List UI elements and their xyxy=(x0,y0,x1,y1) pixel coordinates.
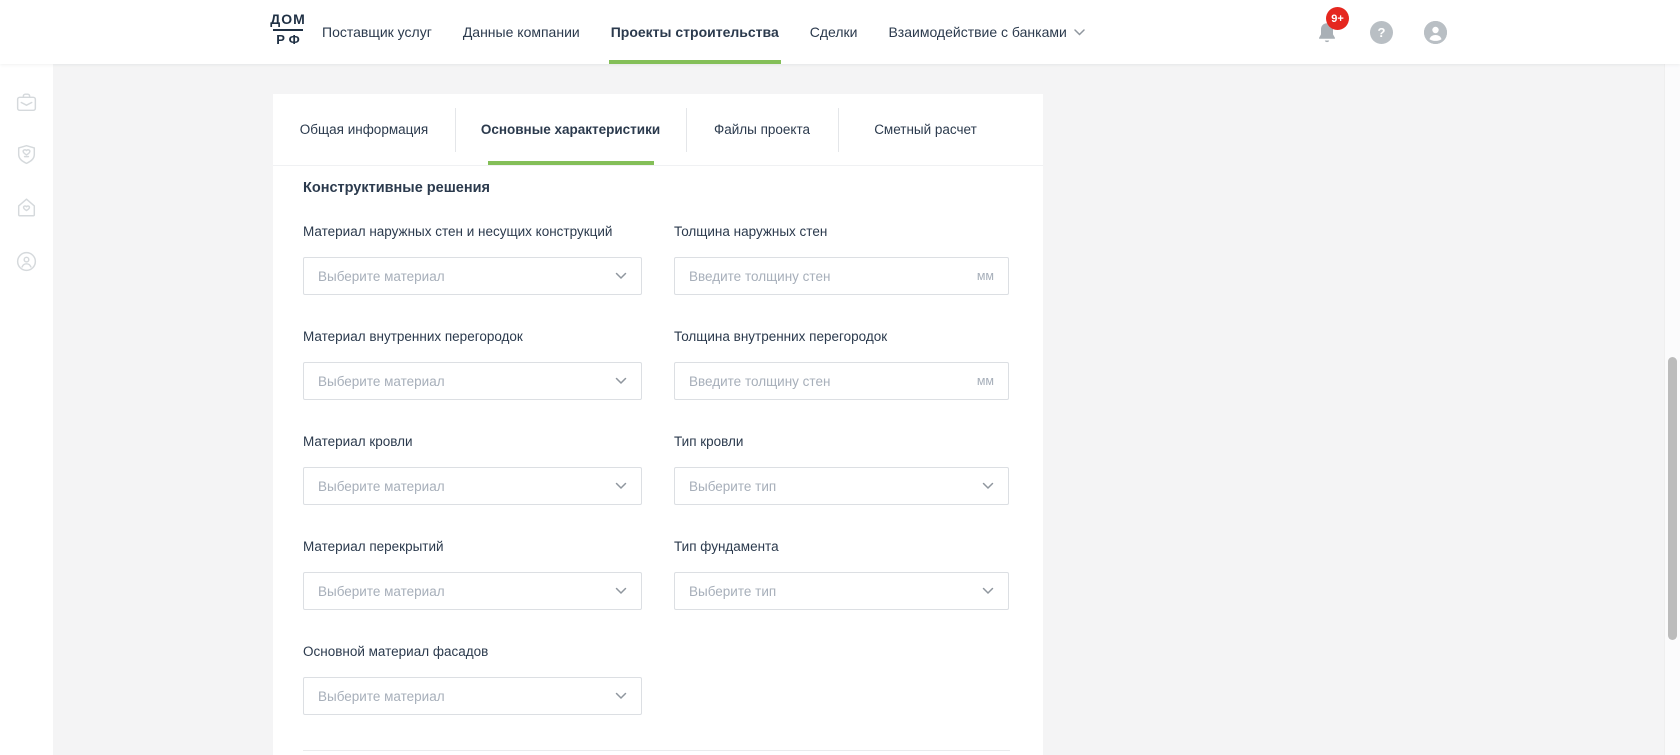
nav-item-service-provider[interactable]: Поставщик услуг xyxy=(322,0,432,64)
select-placeholder: Выберите материал xyxy=(318,374,615,389)
foundation-type-select[interactable]: Выберите тип xyxy=(674,572,1009,610)
chevron-down-icon xyxy=(615,377,627,385)
tab-label: Сметный расчет xyxy=(874,122,977,137)
roof-type-select[interactable]: Выберите тип xyxy=(674,467,1009,505)
field-group-roof-material: Материал кровли Выберите материал xyxy=(303,434,642,505)
project-characteristics-card: Общая информация Основные характеристики… xyxy=(273,94,1043,755)
project-tabs: Общая информация Основные характеристики… xyxy=(273,94,1043,166)
outer-wall-thickness-input[interactable] xyxy=(689,269,967,284)
form-row: Материал перекрытий Выберите материал Ти… xyxy=(303,539,1009,610)
partition-thickness-field: мм xyxy=(674,362,1009,400)
select-placeholder: Выберите материал xyxy=(318,479,615,494)
notification-count: 9+ xyxy=(1331,13,1344,25)
profile-icon[interactable] xyxy=(1424,21,1447,44)
field-group-partition-thickness: Толщина внутренних перегородок мм xyxy=(674,329,1009,400)
partition-material-select[interactable]: Выберите материал xyxy=(303,362,642,400)
chevron-down-icon xyxy=(982,587,994,595)
form-row: Материал кровли Выберите материал Тип кр… xyxy=(303,434,1009,505)
field-label: Основной материал фасадов xyxy=(303,644,642,660)
help-icon[interactable]: ? xyxy=(1370,21,1393,44)
chevron-down-icon xyxy=(982,482,994,490)
field-label: Тип фундамента xyxy=(674,539,1009,555)
tab-label: Основные характеристики xyxy=(481,122,660,137)
field-group-facade-material: Основной материал фасадов Выберите матер… xyxy=(303,644,642,715)
field-group-foundation-type: Тип фундамента Выберите тип xyxy=(674,539,1009,610)
tab-main-characteristics[interactable]: Основные характеристики xyxy=(455,94,686,165)
unit-suffix: мм xyxy=(977,374,994,388)
select-placeholder: Выберите материал xyxy=(318,584,615,599)
outer-wall-thickness-field: мм xyxy=(674,257,1009,295)
nav-item-deals[interactable]: Сделки xyxy=(810,0,858,64)
chevron-down-icon xyxy=(615,272,627,280)
house-heart-icon[interactable] xyxy=(14,195,39,220)
nav-item-bank-interaction[interactable]: Взаимодействие с банками xyxy=(888,0,1084,64)
briefcase-icon[interactable] xyxy=(14,90,39,115)
chevron-down-icon xyxy=(615,692,627,700)
field-label: Материал кровли xyxy=(303,434,642,450)
person-circle-icon[interactable] xyxy=(14,249,39,274)
vertical-scrollbar-track[interactable] xyxy=(1664,0,1680,755)
chevron-down-icon xyxy=(1074,29,1085,36)
logo-text-bottom: РФ xyxy=(272,33,304,46)
domrf-logo[interactable]: ДОМ РФ xyxy=(270,12,306,46)
select-placeholder: Выберите материал xyxy=(318,689,615,704)
section-title: Конструктивные решения xyxy=(303,180,490,196)
nav-label: Взаимодействие с банками xyxy=(888,24,1066,40)
field-label: Толщина внутренних перегородок xyxy=(674,329,1009,345)
tab-label: Общая информация xyxy=(300,122,428,137)
chevron-down-icon xyxy=(615,587,627,595)
field-label: Материал внутренних перегородок xyxy=(303,329,642,345)
nav-item-construction-projects[interactable]: Проекты строительства xyxy=(611,0,779,64)
roof-material-select[interactable]: Выберите материал xyxy=(303,467,642,505)
facade-material-select[interactable]: Выберите материал xyxy=(303,677,642,715)
floor-slab-material-select[interactable]: Выберите материал xyxy=(303,572,642,610)
logo-divider xyxy=(273,29,303,31)
nav-item-company-data[interactable]: Данные компании xyxy=(463,0,580,64)
tab-project-files[interactable]: Файлы проекта xyxy=(686,94,838,165)
form-row: Материал внутренних перегородок Выберите… xyxy=(303,329,1009,400)
outer-wall-material-select[interactable]: Выберите материал xyxy=(303,257,642,295)
nav-label: Поставщик услуг xyxy=(322,24,432,40)
nav-label: Сделки xyxy=(810,24,858,40)
select-placeholder: Выберите материал xyxy=(318,269,615,284)
form-row: Материал наружных стен и несущих констру… xyxy=(303,224,1009,295)
unit-suffix: мм xyxy=(977,269,994,283)
field-group-outer-wall-thickness: Толщина наружных стен мм xyxy=(674,224,1009,295)
field-group-outer-wall-material: Материал наружных стен и несущих констру… xyxy=(303,224,642,295)
field-label: Материал перекрытий xyxy=(303,539,642,555)
field-label: Толщина наружных стен xyxy=(674,224,1009,240)
chevron-down-icon xyxy=(615,482,627,490)
select-placeholder: Выберите тип xyxy=(689,584,982,599)
main-navigation: Поставщик услуг Данные компании Проекты … xyxy=(322,0,1085,64)
field-label: Тип кровли xyxy=(674,434,1009,450)
vertical-scrollbar-thumb[interactable] xyxy=(1668,357,1677,640)
field-group-partition-material: Материал внутренних перегородок Выберите… xyxy=(303,329,642,400)
partition-thickness-input[interactable] xyxy=(689,374,967,389)
nav-label: Проекты строительства xyxy=(611,24,779,40)
nav-label: Данные компании xyxy=(463,24,580,40)
tab-estimate-calculation[interactable]: Сметный расчет xyxy=(838,94,1013,165)
tab-general-info[interactable]: Общая информация xyxy=(273,94,455,165)
field-label: Материал наружных стен и несущих констру… xyxy=(303,224,642,240)
field-group-floor-slab-material: Материал перекрытий Выберите материал xyxy=(303,539,642,610)
notification-badge: 9+ xyxy=(1326,7,1349,30)
shield-emblem-icon[interactable] xyxy=(14,142,39,167)
logo-text-top: ДОМ xyxy=(270,12,306,27)
top-header: ДОМ РФ Поставщик услуг Данные компании П… xyxy=(0,0,1680,64)
select-placeholder: Выберите тип xyxy=(689,479,982,494)
left-sidebar xyxy=(0,64,53,755)
form-row: Основной материал фасадов Выберите матер… xyxy=(303,644,642,715)
section-divider xyxy=(303,750,1010,751)
help-glyph: ? xyxy=(1378,25,1386,40)
field-group-roof-type: Тип кровли Выберите тип xyxy=(674,434,1009,505)
tab-label: Файлы проекта xyxy=(714,122,810,137)
